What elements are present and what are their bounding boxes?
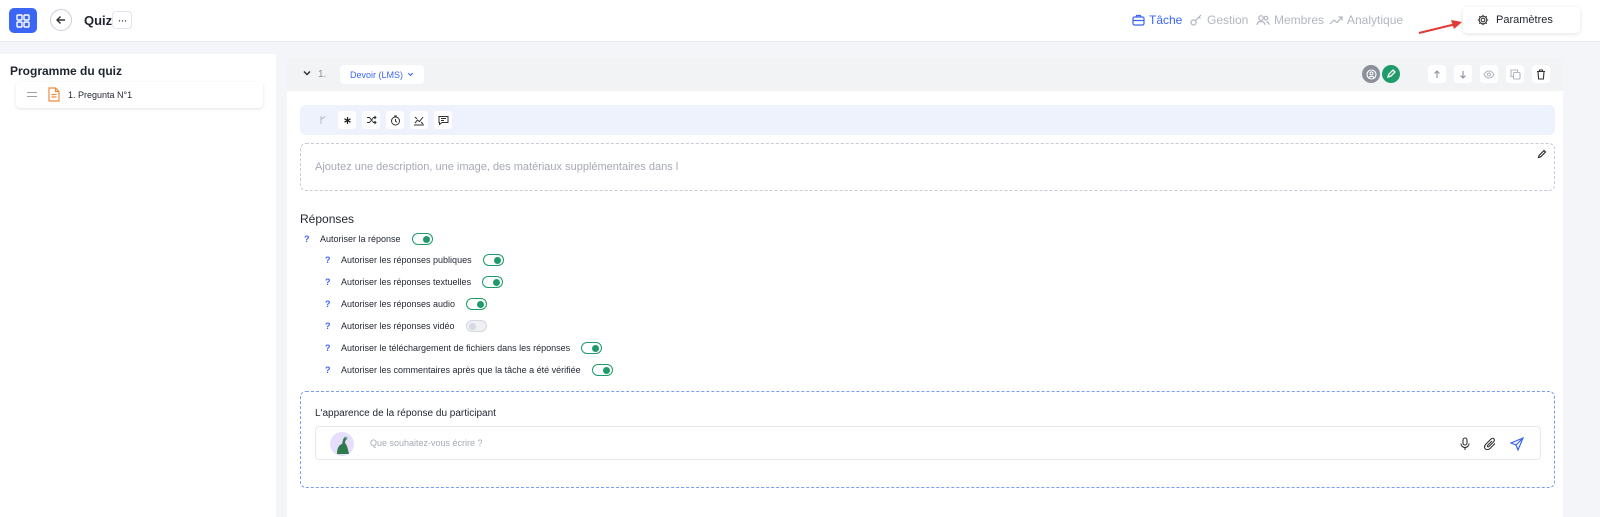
page-title: Quiz [84, 13, 113, 28]
trash-icon[interactable] [1532, 65, 1550, 83]
annotation-arrow-icon [1418, 20, 1462, 34]
status-indicators [1362, 65, 1400, 83]
option-label: Autoriser les réponses audio [341, 299, 456, 309]
arrow-down-icon[interactable] [1454, 65, 1472, 83]
branch-icon[interactable] [314, 111, 332, 129]
toggle-switch[interactable] [591, 364, 613, 376]
help-icon[interactable]: ? [304, 234, 320, 244]
help-icon[interactable]: ? [325, 255, 341, 265]
preview-title: L'apparence de la réponse du participant [315, 408, 496, 419]
responses-title: Réponses [300, 212, 355, 226]
top-bar: Quiz ··· Tâche Gestion Membres Analytiqu… [0, 0, 1600, 42]
tab-label: Analytique [1347, 13, 1404, 27]
drag-handle-icon[interactable] [27, 92, 37, 100]
quiz-outline-sidebar: Programme du quiz 1. Pregunta N°1 [0, 54, 276, 517]
help-icon[interactable]: ? [325, 343, 341, 353]
tab-analytique[interactable]: Analytique [1329, 13, 1403, 27]
option-label: Autoriser les réponses vidéo [341, 321, 455, 331]
paperclip-icon[interactable] [1484, 437, 1497, 451]
toggle-switch[interactable] [465, 320, 487, 332]
document-icon [48, 87, 60, 102]
toggle-switch[interactable] [581, 342, 603, 354]
timer-icon[interactable] [386, 111, 404, 129]
gear-icon [1477, 14, 1489, 26]
response-composer[interactable]: Que souhaitez-vous écrire ? [315, 426, 1541, 460]
eye-icon[interactable] [1480, 65, 1498, 83]
option-allow-public: ? Autoriser les réponses publiques [325, 254, 504, 266]
description-placeholder: Ajoutez une description, une image, des … [315, 161, 679, 173]
toggle-switch[interactable] [411, 233, 433, 245]
tab-label: Gestion [1207, 13, 1249, 27]
comment-icon[interactable] [434, 111, 452, 129]
help-icon[interactable]: ? [325, 277, 341, 287]
help-icon[interactable]: ? [325, 299, 341, 309]
briefcase-icon [1132, 14, 1145, 26]
toggle-switch[interactable] [482, 254, 504, 266]
question-editor: 1. Devoir (LMS) Ajoutez une description,… [287, 58, 1563, 517]
send-icon[interactable] [1510, 437, 1524, 451]
tab-tache[interactable]: Tâche [1132, 13, 1182, 27]
sidebar-item-label: 1. Pregunta N°1 [68, 90, 133, 100]
option-label: Autoriser les réponses textuelles [341, 277, 472, 287]
option-allow-text: ? Autoriser les réponses textuelles [325, 276, 504, 288]
question-type-select[interactable]: Devoir (LMS) [340, 65, 424, 84]
composer-placeholder: Que souhaitez-vous écrire ? [370, 438, 483, 448]
tab-label: Membres [1274, 13, 1325, 27]
question-type-label: Devoir (LMS) [349, 69, 403, 80]
back-arrow-icon[interactable] [50, 9, 72, 31]
help-icon[interactable]: ? [325, 321, 341, 331]
toggle-switch[interactable] [466, 298, 488, 310]
tab-membres[interactable]: Membres [1256, 13, 1324, 27]
toggle-switch[interactable] [482, 276, 504, 288]
description-editor[interactable]: Ajoutez une description, une image, des … [300, 143, 1555, 191]
sidebar-item-question-1[interactable]: 1. Pregunta N°1 [16, 82, 263, 108]
option-label: Autoriser le téléchargement de fichiers … [341, 343, 571, 353]
help-icon[interactable]: ? [325, 365, 341, 375]
microphone-icon[interactable] [1460, 437, 1470, 451]
option-allow-audio: ? Autoriser les réponses audio [325, 298, 488, 310]
arrow-up-icon[interactable] [1428, 65, 1446, 83]
chevron-down-icon[interactable] [302, 68, 312, 78]
option-allow-comments: ? Autoriser les commentaires après que l… [325, 364, 613, 376]
sidebar-title: Programme du quiz [10, 64, 123, 78]
duplicate-icon[interactable] [1506, 65, 1524, 83]
chevron-down-icon [407, 72, 414, 77]
question-toolbar [300, 105, 1555, 135]
option-allow-response: ? Autoriser la réponse [304, 233, 433, 245]
option-label: Autoriser la réponse [320, 234, 401, 244]
key-icon [1190, 14, 1202, 26]
option-label: Autoriser les commentaires après que la … [341, 365, 581, 375]
settings-label: Paramètres [1496, 14, 1553, 26]
apps-grid-icon[interactable] [9, 8, 37, 33]
shuffle-icon[interactable] [362, 111, 380, 129]
avatar [330, 432, 354, 456]
option-allow-file-upload: ? Autoriser le téléchargement de fichier… [325, 342, 603, 354]
tab-label: Tâche [1149, 13, 1183, 27]
tab-gestion[interactable]: Gestion [1190, 13, 1248, 27]
edit-status-icon[interactable] [1382, 65, 1400, 83]
user-status-icon[interactable] [1362, 65, 1380, 83]
question-actions [1428, 65, 1550, 83]
question-number: 1. [318, 69, 327, 80]
option-label: Autoriser les réponses publiques [341, 255, 472, 265]
option-allow-video: ? Autoriser les réponses vidéo [325, 320, 487, 332]
trend-up-icon [1329, 16, 1343, 25]
users-icon [1256, 15, 1270, 26]
question-header: 1. Devoir (LMS) [287, 58, 1563, 91]
participant-response-preview: L'apparence de la réponse du participant… [300, 391, 1555, 488]
score-icon[interactable] [410, 111, 428, 129]
pencil-icon[interactable] [1537, 149, 1547, 159]
settings-button[interactable]: Paramètres [1463, 7, 1580, 33]
required-asterisk-icon[interactable] [338, 111, 356, 129]
more-options-button[interactable]: ··· [112, 11, 132, 29]
